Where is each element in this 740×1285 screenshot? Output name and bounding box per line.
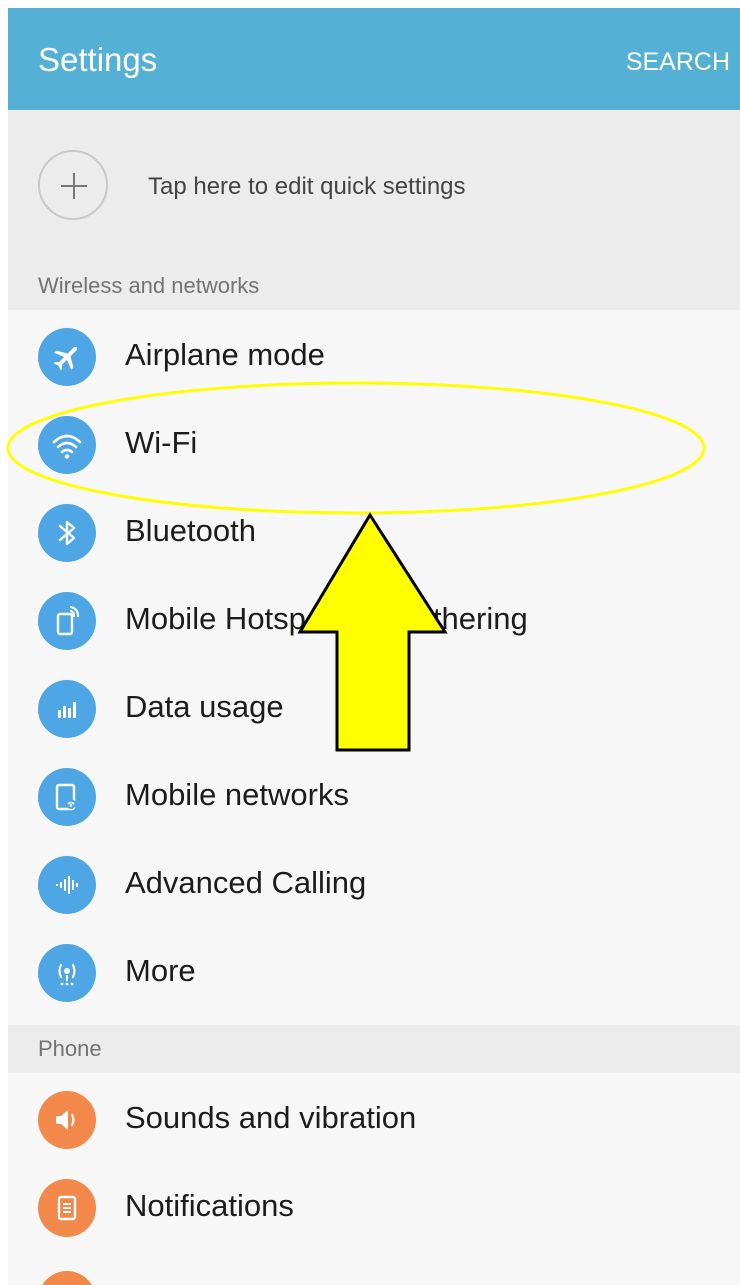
airplane-icon xyxy=(38,328,96,386)
settings-item-label: More xyxy=(125,953,196,988)
settings-item-wifi[interactable]: Wi-Fi xyxy=(8,400,740,488)
settings-item-label: Advanced Calling xyxy=(125,865,367,900)
settings-item-label: Bluetooth xyxy=(125,513,256,548)
sound-icon xyxy=(38,1091,96,1149)
section-header-wireless: Wireless and networks xyxy=(8,262,740,310)
mobile-networks-icon xyxy=(38,768,96,826)
advanced-calling-icon xyxy=(38,856,96,914)
notifications-icon xyxy=(38,1179,96,1237)
app-bar: Settings SEARCH xyxy=(8,8,740,110)
settings-screen: Settings SEARCH Tap here to edit quick s… xyxy=(8,8,740,1285)
settings-item-label: Mobile Hotspot and Tethering xyxy=(125,601,528,636)
plus-icon[interactable] xyxy=(38,150,108,220)
settings-item-label: Notifications xyxy=(125,1188,294,1223)
settings-item-more[interactable]: More xyxy=(8,928,740,1016)
settings-item-mobile-networks[interactable]: Mobile networks xyxy=(8,752,740,840)
quick-settings-edit[interactable]: Tap here to edit quick settings xyxy=(8,110,740,263)
settings-item-advanced-calling[interactable]: Advanced Calling xyxy=(8,840,740,928)
search-button[interactable]: SEARCH xyxy=(626,48,730,77)
quick-settings-label: Tap here to edit quick settings xyxy=(148,173,466,200)
hotspot-icon xyxy=(38,592,96,650)
more-connections-icon xyxy=(38,944,96,1002)
settings-item-label: Wi-Fi xyxy=(125,425,198,460)
settings-item-label: Mobile networks xyxy=(125,777,349,812)
settings-item-label: Airplane mode xyxy=(125,337,325,372)
settings-item-label: Data usage xyxy=(125,689,284,724)
section-header-phone: Phone xyxy=(8,1025,740,1073)
settings-item-airplane-mode[interactable]: Airplane mode xyxy=(8,312,740,400)
partial-settings-icon xyxy=(38,1271,96,1285)
bluetooth-icon xyxy=(38,504,96,562)
settings-item-label: Sounds and vibration xyxy=(125,1100,417,1135)
settings-item-data-usage[interactable]: Data usage xyxy=(8,664,740,752)
settings-item-notifications[interactable]: Notifications xyxy=(8,1163,740,1251)
settings-item-sounds[interactable]: Sounds and vibration xyxy=(8,1075,740,1163)
wifi-icon xyxy=(38,416,96,474)
settings-item-hotspot[interactable]: Mobile Hotspot and Tethering xyxy=(8,576,740,664)
data-usage-icon xyxy=(38,680,96,738)
page-title: Settings xyxy=(38,41,158,78)
settings-item-bluetooth[interactable]: Bluetooth xyxy=(8,488,740,576)
